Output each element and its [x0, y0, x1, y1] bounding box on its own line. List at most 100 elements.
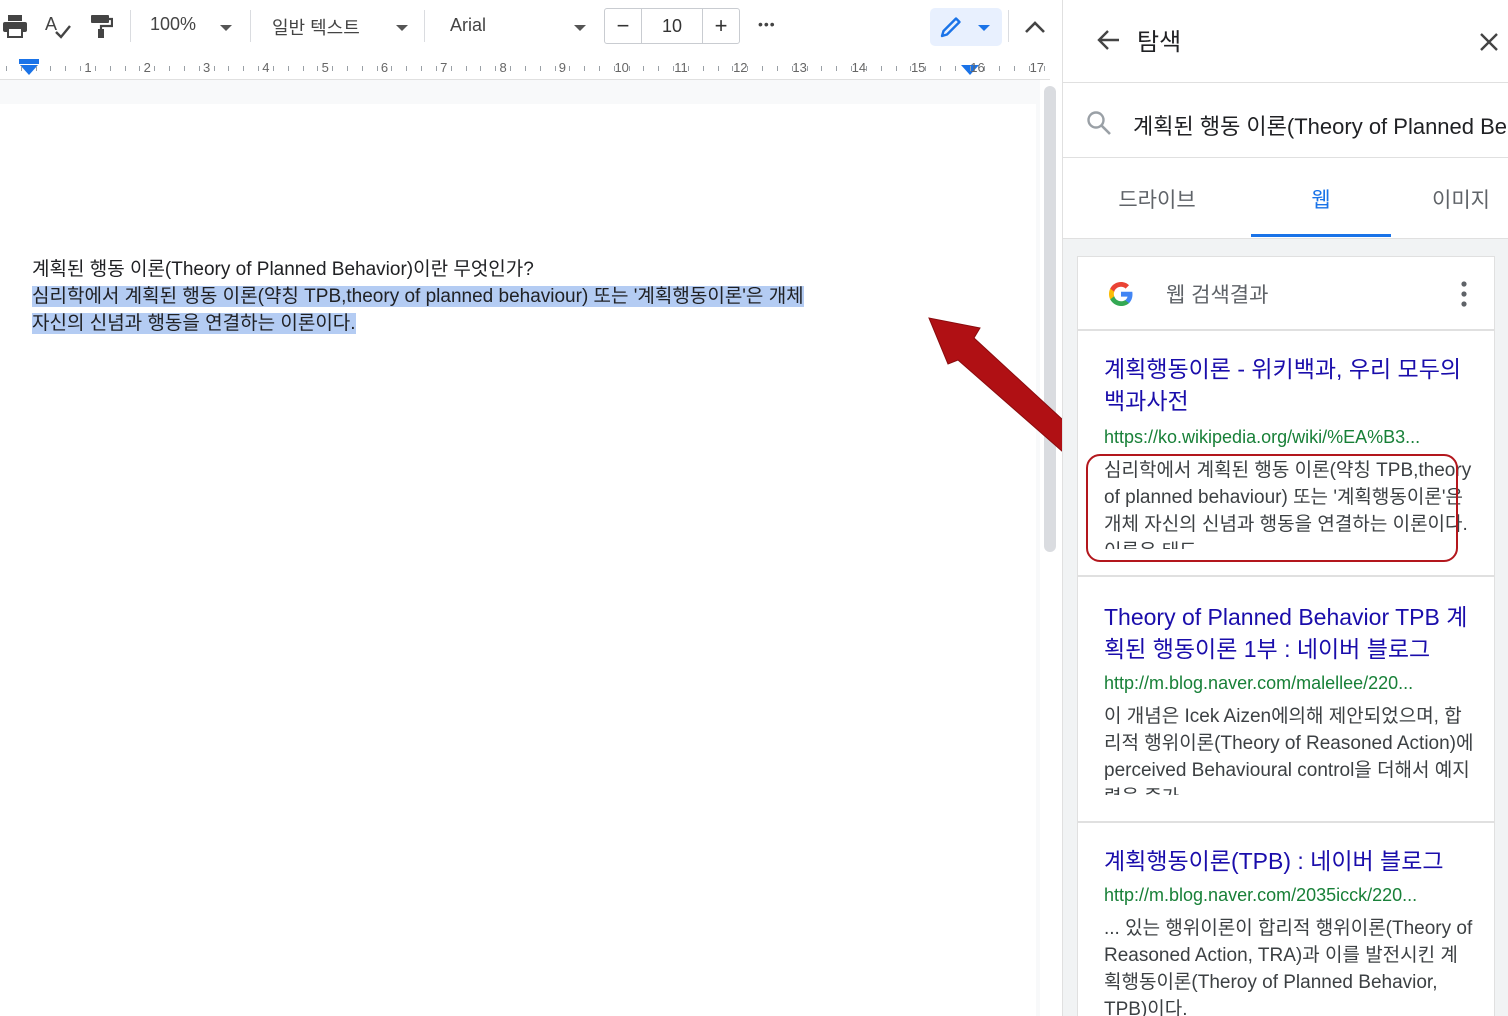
- ruler-tick: [6, 66, 7, 71]
- ruler-tick: [851, 66, 853, 71]
- ruler-tick: [762, 66, 764, 71]
- explore-search[interactable]: 계획된 행동 이론(Theory of Planned Behavior): [1063, 83, 1508, 158]
- result-url[interactable]: http://m.blog.naver.com/malellee/220...: [1104, 673, 1474, 694]
- doc-selected-line-1: 심리학에서 계획된 행동 이론(약칭 TPB,theory of planned…: [32, 286, 804, 307]
- ruler-tick: [124, 66, 126, 71]
- collapse-chevron-icon[interactable]: [1022, 14, 1048, 40]
- active-tab-indicator: [1251, 234, 1391, 237]
- ruler-number: 1: [84, 60, 92, 75]
- result-title-link[interactable]: 계획행동이론(TPB) : 네이버 블로그: [1104, 845, 1474, 879]
- ruler-tick: [510, 66, 512, 71]
- zoom-dropdown-icon: [220, 25, 232, 31]
- print-icon[interactable]: [2, 12, 28, 40]
- ruler-tick: [406, 66, 408, 71]
- ruler-number: 10: [614, 60, 629, 75]
- ruler-tick: [836, 66, 838, 71]
- ruler-tick: [213, 66, 215, 71]
- tab-web[interactable]: 웹: [1311, 184, 1330, 214]
- ruler-number: 5: [321, 60, 329, 75]
- ruler-tick: [569, 66, 571, 71]
- font-size-decrease-button[interactable]: −: [605, 9, 641, 43]
- ruler-tick: [421, 66, 423, 71]
- search-icon: [1085, 109, 1113, 137]
- back-arrow-icon[interactable]: [1095, 26, 1123, 54]
- ruler-number: 8: [499, 60, 507, 75]
- ruler-tick: [599, 66, 600, 71]
- search-result-card[interactable]: Theory of Planned Behavior TPB 계획된 행동이론 …: [1077, 576, 1495, 822]
- ruler-number: 6: [380, 60, 389, 75]
- doc-question-line: 계획된 행동 이론(Theory of Planned Behavior)이란 …: [32, 259, 534, 280]
- ruler-tick: [969, 66, 971, 71]
- font-value: Arial: [450, 15, 487, 35]
- paint-format-icon[interactable]: [88, 12, 114, 40]
- ruler[interactable]: 1 2 3 4 5 6 7 8 9 10 11 12 13 14 15 16 17: [0, 57, 1050, 80]
- ruler-tick: [954, 66, 956, 71]
- ruler-tick: [925, 66, 927, 71]
- ruler-tick: [258, 66, 260, 71]
- ruler-tick: [732, 66, 734, 71]
- close-icon[interactable]: [1477, 30, 1501, 54]
- ruler-number: 2: [143, 60, 151, 75]
- ruler-tick: [65, 66, 67, 71]
- search-result-card[interactable]: 계획행동이론(TPB) : 네이버 블로그 http://m.blog.nave…: [1077, 822, 1495, 1016]
- ruler-tick: [20, 66, 22, 71]
- result-url[interactable]: http://m.blog.naver.com/2035icck/220...: [1104, 885, 1474, 906]
- ruler-tick: [495, 66, 497, 71]
- annotation-highlight-circle: [1086, 454, 1458, 562]
- ruler-tick: [673, 66, 675, 71]
- font-size-increase-button[interactable]: +: [703, 9, 739, 43]
- ruler-tick: [35, 66, 37, 71]
- ruler-tick: [776, 66, 778, 71]
- more-icon[interactable]: •••: [758, 16, 776, 32]
- zoom-value: 100%: [150, 14, 197, 34]
- ruler-tick: [183, 66, 185, 71]
- ruler-number: 12: [733, 60, 748, 75]
- tab-drive[interactable]: 드라이브: [1118, 184, 1195, 214]
- zoom-select[interactable]: 100%: [150, 14, 196, 35]
- ruler-tick: [317, 66, 319, 71]
- font-select[interactable]: Arial: [450, 15, 486, 36]
- document-body[interactable]: 계획된 행동 이론(Theory of Planned Behavior)이란 …: [32, 256, 932, 337]
- ruler-number: 7: [440, 60, 448, 75]
- font-size-input[interactable]: 10: [641, 9, 703, 43]
- ruler-tick: [791, 66, 793, 71]
- ruler-tick: [154, 66, 156, 71]
- ruler-tick: [198, 66, 200, 71]
- search-input[interactable]: 계획된 행동 이론(Theory of Planned Behavior): [1133, 109, 1508, 141]
- ruler-tick: [584, 66, 586, 71]
- web-results-header: 웹 검색결과: [1077, 256, 1495, 330]
- document-canvas: 계획된 행동 이론(Theory of Planned Behavior)이란 …: [0, 80, 1040, 1016]
- ruler-tick: [302, 66, 304, 71]
- font-size-control: − 10 +: [604, 8, 740, 44]
- spellcheck-icon[interactable]: A: [44, 12, 72, 40]
- panel-title: 탐색: [1137, 29, 1182, 56]
- ruler-tick: [910, 66, 912, 71]
- ruler-tick: [139, 66, 141, 71]
- paragraph-style-value: 일반 텍스트: [272, 18, 360, 38]
- document-page[interactable]: 계획된 행동 이론(Theory of Planned Behavior)이란 …: [0, 104, 1036, 1016]
- result-title-link[interactable]: 계획행동이론 - 위키백과, 우리 모두의 백과사전: [1104, 353, 1474, 419]
- first-line-indent-marker[interactable]: [19, 59, 39, 64]
- result-snippet: ... 있는 행위이론이 합리적 행위이론(Theory of Reasoned…: [1104, 918, 1473, 1016]
- kebab-menu-icon[interactable]: [1458, 279, 1470, 309]
- ruler-tick: [169, 66, 171, 71]
- ruler-tick: [999, 66, 1001, 71]
- editing-mode-button[interactable]: [930, 8, 1002, 46]
- document-scrollbar[interactable]: [1044, 86, 1056, 552]
- result-title-link[interactable]: Theory of Planned Behavior TPB 계획된 행동이론 …: [1104, 601, 1474, 667]
- panel-header: 탐색: [1063, 0, 1508, 83]
- ruler-tick: [450, 66, 452, 71]
- tab-images[interactable]: 이미지: [1432, 184, 1490, 214]
- ruler-tick: [1028, 66, 1030, 71]
- result-url[interactable]: https://ko.wikipedia.org/wiki/%EA%B3...: [1104, 427, 1474, 448]
- edit-pencil-icon: [938, 14, 964, 40]
- ruler-tick: [939, 66, 941, 71]
- result-snippet: 이 개념은 Icek Aizen에의해 제안되었으며, 합리적 행위이론(The…: [1104, 706, 1474, 795]
- ruler-tick: [628, 66, 630, 71]
- paragraph-style-select[interactable]: 일반 텍스트: [272, 14, 360, 40]
- ruler-number: 9: [558, 60, 567, 75]
- ruler-tick: [287, 66, 289, 71]
- ruler-tick: [643, 66, 645, 71]
- ruler-tick: [717, 66, 719, 71]
- web-results-label: 웹 검색결과: [1166, 284, 1269, 307]
